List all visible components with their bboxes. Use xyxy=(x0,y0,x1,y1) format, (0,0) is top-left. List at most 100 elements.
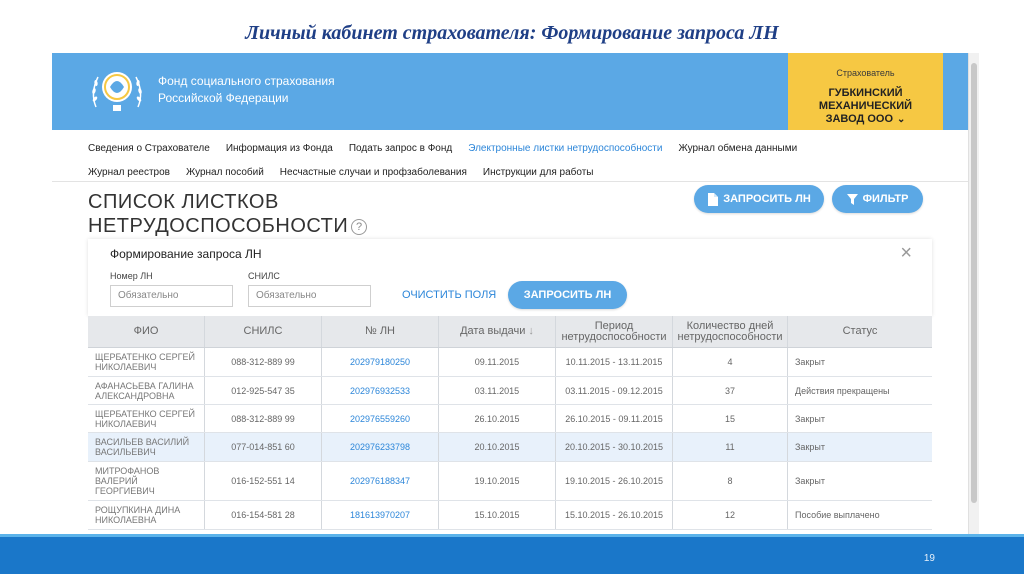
cell-ln-link[interactable]: 202976932533 xyxy=(322,377,439,404)
table-header: ФИО СНИЛС № ЛН Дата выдачи ↓ Период нетру… xyxy=(88,316,932,348)
cell-period: 03.11.2015 - 09.12.2015 xyxy=(556,377,673,404)
col-header-period[interactable]: Период нетрудоспособности xyxy=(556,316,673,347)
cell-fio: ЩЕРБАТЕНКО СЕРГЕЙ НИКОЛАЕВИЧ xyxy=(88,348,205,376)
request-ln-button-label: ЗАПРОСИТЬ ЛН xyxy=(723,193,811,205)
insurer-selector[interactable]: Страхователь ГУБКИНСКИЙ МЕХАНИЧЕСКИЙ ЗАВ… xyxy=(788,53,943,130)
table-row-selected[interactable]: ВАСИЛЬЕВ ВАСИЛИЙ ВАСИЛЬЕВИЧ 077-014-851 … xyxy=(88,433,932,462)
table-row[interactable]: ЩЕРБАТЕНКО СЕРГЕЙ НИКОЛАЕВИЧ 088-312-889… xyxy=(88,348,932,377)
clear-fields-link[interactable]: ОЧИСТИТЬ ПОЛЯ xyxy=(402,289,496,301)
cell-days: 8 xyxy=(673,462,788,500)
close-icon[interactable]: × xyxy=(900,243,912,263)
app-screenshot: Фонд социального страхования Российской … xyxy=(52,53,968,534)
table-row[interactable]: РОЩУПКИНА ДИНА НИКОЛАЕВНА 016-154-581 28… xyxy=(88,501,932,530)
nav-item-submit-request[interactable]: Подать запрос в Фонд xyxy=(349,143,452,154)
ln-request-form: Формирование запроса ЛН × Номер ЛН Обяза… xyxy=(88,239,932,316)
request-ln-button[interactable]: ЗАПРОСИТЬ ЛН xyxy=(694,185,824,213)
vertical-scrollbar[interactable] xyxy=(968,53,979,534)
cell-snils: 016-154-581 28 xyxy=(205,501,322,529)
cell-fio: АФАНАСЬЕВА ГАЛИНА АЛЕКСАНДРОВНА xyxy=(88,377,205,404)
nav-item-exchange-log[interactable]: Журнал обмена данными xyxy=(678,143,797,154)
cell-ln-link[interactable]: 202976559260 xyxy=(322,405,439,432)
cell-period: 19.10.2015 - 26.10.2015 xyxy=(556,462,673,500)
slide-page-number: 19 xyxy=(923,553,935,564)
nav-item-benefits-log[interactable]: Журнал пособий xyxy=(186,167,264,178)
cell-date: 15.10.2015 xyxy=(439,501,556,529)
col-header-date[interactable]: Дата выдачи ↓ xyxy=(439,316,556,347)
header-bar: Фонд социального страхования Российской … xyxy=(52,53,968,130)
insurer-name-line3: ЗАВОД ООО ⌄ xyxy=(825,113,906,125)
page-title: СПИСОК ЛИСТКОВ НЕТРУДОСПОСОБНОСТИ? xyxy=(88,190,368,238)
nav-item-insurer-info[interactable]: Сведения о Страхователе xyxy=(88,143,210,154)
footer-accent-strip xyxy=(0,534,1024,537)
cell-snils: 088-312-889 99 xyxy=(205,405,322,432)
page-title-line2: НЕТРУДОСПОСОБНОСТИ? xyxy=(88,214,368,238)
help-icon[interactable]: ? xyxy=(351,218,368,235)
cell-days: 11 xyxy=(673,433,788,461)
cell-status: Закрыт xyxy=(795,476,825,486)
insurer-name-line2: МЕХАНИЧЕСКИЙ xyxy=(818,100,913,112)
nav-item-fund-info[interactable]: Информация из Фонда xyxy=(226,143,333,154)
cell-ln-link[interactable]: 202979180250 xyxy=(322,348,439,376)
col-header-ln[interactable]: № ЛН xyxy=(322,316,439,347)
slide-title: Личный кабинет страхователя: Формировани… xyxy=(245,22,779,44)
cell-days: 15 xyxy=(673,405,788,432)
insurer-caption: Страхователь xyxy=(836,68,895,78)
ln-number-label: Номер ЛН xyxy=(110,271,153,281)
scrollbar-thumb[interactable] xyxy=(971,63,977,503)
document-icon xyxy=(708,192,719,206)
cell-snils: 012-925-547 35 xyxy=(205,377,322,404)
col-header-fio[interactable]: ФИО xyxy=(88,316,205,347)
chevron-down-icon: ⌄ xyxy=(897,114,906,125)
snils-input[interactable]: Обязательно xyxy=(248,285,371,307)
insurer-name-line1: ГУБКИНСКИЙ xyxy=(828,87,903,99)
snils-label: СНИЛС xyxy=(248,271,280,281)
cell-ln-link[interactable]: 202976233798 xyxy=(322,433,439,461)
filter-button[interactable]: ФИЛЬТР xyxy=(832,185,923,213)
cell-period: 10.11.2015 - 13.11.2015 xyxy=(556,348,673,376)
fss-emblem-icon xyxy=(92,72,142,111)
cell-date: 20.10.2015 xyxy=(439,433,556,461)
insurer-name: ГУБКИНСКИЙ МЕХАНИЧЕСКИЙ ЗАВОД ООО ⌄ xyxy=(788,87,943,126)
filter-button-label: ФИЛЬТР xyxy=(862,193,909,205)
cell-days: 4 xyxy=(673,348,788,376)
col-header-status[interactable]: Статус xyxy=(788,316,932,347)
cell-period: 26.10.2015 - 09.11.2015 xyxy=(556,405,673,432)
cell-ln-link[interactable]: 202976188347 xyxy=(322,462,439,500)
table-row[interactable]: АФАНАСЬЕВА ГАЛИНА АЛЕКСАНДРОВНА 012-925-… xyxy=(88,377,932,405)
cell-fio: РОЩУПКИНА ДИНА НИКОЛАЕВНА xyxy=(88,501,205,529)
cell-days: 37 xyxy=(673,377,788,404)
cell-fio: МИТРОФАНОВ ВАЛЕРИЙ ГЕОРГИЕВИЧ xyxy=(88,462,205,500)
nav-item-electronic-sick-leave[interactable]: Электронные листки нетрудоспособности xyxy=(468,143,662,154)
cell-status: Действия прекращены xyxy=(795,385,890,396)
cell-date: 19.10.2015 xyxy=(439,462,556,500)
page-title-line1: СПИСОК ЛИСТКОВ xyxy=(88,191,279,213)
cell-days: 12 xyxy=(673,501,788,529)
org-name-line2: Российской Федерации xyxy=(158,91,289,105)
cell-period: 15.10.2015 - 26.10.2015 xyxy=(556,501,673,529)
table-row[interactable]: ЩЕРБАТЕНКО СЕРГЕЙ НИКОЛАЕВИЧ 088-312-889… xyxy=(88,405,932,433)
cell-date: 03.11.2015 xyxy=(439,377,556,404)
col-header-days[interactable]: Количество дней нетрудоспособности xyxy=(673,316,788,347)
nav-item-registry-log[interactable]: Журнал реестров xyxy=(88,167,170,178)
cell-snils: 016-152-551 14 xyxy=(205,462,322,500)
nav-row-1: Сведения о Страхователе Информация из Фо… xyxy=(88,136,948,160)
org-name-line1: Фонд социального страхования xyxy=(158,74,335,88)
cell-status: Закрыт xyxy=(795,413,825,424)
slide-footer-band xyxy=(0,534,1024,574)
nav-item-instructions[interactable]: Инструкции для работы xyxy=(483,167,594,178)
ln-number-input[interactable]: Обязательно xyxy=(110,285,233,307)
cell-snils: 088-312-889 99 xyxy=(205,348,322,376)
nav-item-accidents[interactable]: Несчастные случаи и профзаболевания xyxy=(280,167,467,178)
nav-divider xyxy=(52,181,968,182)
cell-status: Пособие выплачено xyxy=(795,510,880,520)
cell-period: 20.10.2015 - 30.10.2015 xyxy=(556,433,673,461)
main-nav: Сведения о Страхователе Информация из Фо… xyxy=(88,136,948,184)
sort-down-icon: ↓ xyxy=(528,325,534,337)
table-row[interactable]: МИТРОФАНОВ ВАЛЕРИЙ ГЕОРГИЕВИЧ 016-152-55… xyxy=(88,462,932,501)
submit-request-button[interactable]: ЗАПРОСИТЬ ЛН xyxy=(508,281,627,309)
cell-ln-link[interactable]: 181613970207 xyxy=(322,501,439,529)
col-header-snils[interactable]: СНИЛС xyxy=(205,316,322,347)
cell-status: Закрыт xyxy=(795,357,825,367)
form-title: Формирование запроса ЛН xyxy=(110,247,262,261)
cell-date: 09.11.2015 xyxy=(439,348,556,376)
